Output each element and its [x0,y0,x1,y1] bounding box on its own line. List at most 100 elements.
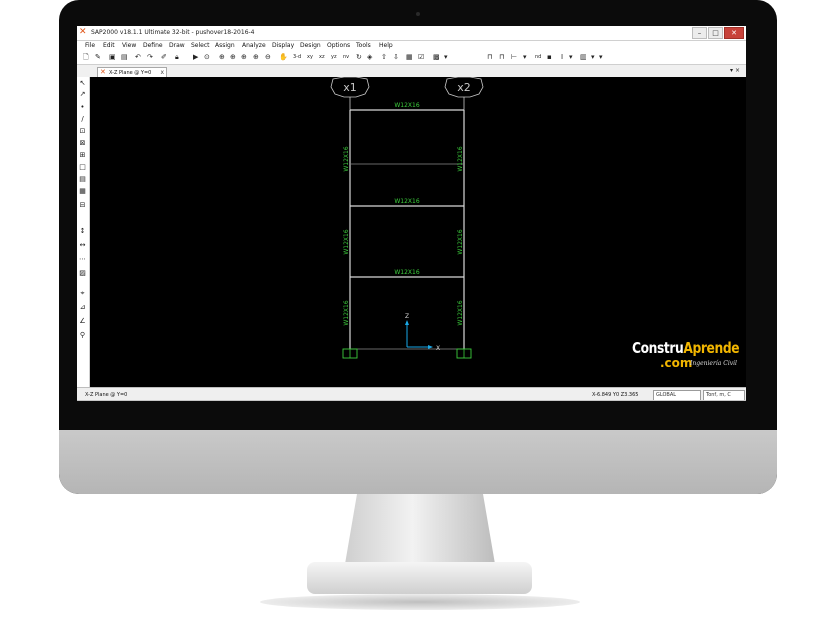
move-up-icon[interactable]: ⇧ [381,52,387,62]
zoom-all-icon[interactable]: ⊕ [241,52,247,62]
menu-select[interactable]: Select [191,42,210,50]
menu-edit[interactable]: Edit [103,42,115,50]
view-xy-button[interactable]: xy [307,52,313,62]
dropdown-arrow-icon[interactable]: ▪ [547,52,552,62]
clear-selection-icon[interactable]: ⋯ [78,255,87,264]
frame-release-icon[interactable]: ⊓ [499,52,504,62]
print-icon[interactable]: ▤ [121,52,128,62]
run-icon[interactable]: ▶ [193,52,198,62]
dropdown-arrow-icon[interactable]: ▾ [444,52,448,62]
draw-section-icon[interactable]: ▦ [78,187,87,196]
tab-label: X-Z Plane @ Y=0 [109,70,152,76]
rotate-icon[interactable]: ↻ [356,52,362,62]
close-button[interactable]: ✕ [724,27,744,39]
tab-close-button[interactable]: x [160,68,164,77]
view-yz-button[interactable]: yz [331,52,337,62]
menu-help[interactable]: Help [379,42,393,50]
construaprende-logo: ConstruAprende .com Ingeniería Civil [632,340,742,380]
open-icon[interactable]: ✎ [95,52,101,62]
stand-shadow [260,594,580,610]
dropdown-arrow-icon[interactable]: ▾ [591,52,595,62]
snap-intersection-icon[interactable]: ∠ [78,317,87,326]
column-section-label: W12X16 [343,229,350,254]
grid-label-x1: x1 [343,81,357,94]
view-xz-button[interactable]: xz [319,52,325,62]
logo-domain: .com [660,356,693,370]
quick-draw-frame-icon[interactable]: ⊡ [78,127,87,136]
view-nv-button[interactable]: nv [343,52,349,62]
draw-frame-icon[interactable]: / [78,115,87,124]
more-icon[interactable]: ▾ [599,52,603,62]
zoom-out-icon[interactable]: ⊖ [265,52,271,62]
monitor-chin [59,430,777,494]
draw-rect-area-icon[interactable]: □ [78,163,87,172]
beam-section-label: W12X16 [394,102,419,109]
select-all-icon[interactable]: ↕ [78,227,87,236]
select-previous-icon[interactable]: ↔ [78,241,87,250]
draw-brace-icon[interactable]: ⊠ [78,139,87,148]
tab-window-controls[interactable]: ▾ × [730,66,740,76]
lock-icon[interactable]: 🔒︎ [175,52,179,62]
undo-icon[interactable]: ↶ [135,52,141,62]
tab-bar: ✕ X-Z Plane @ Y=0 x ▾ × [77,65,746,78]
draw-joint-icon[interactable]: • [78,103,87,112]
zoom-window-icon[interactable]: ⊕ [219,52,225,62]
column-section-label: W12X16 [457,229,464,254]
axis-z-arrowhead [405,320,409,325]
menu-tools[interactable]: Tools [356,42,371,50]
new-icon[interactable]: 🗋 [83,52,89,62]
draw-area-icon[interactable]: ⊞ [78,151,87,160]
app-logo-icon: ✕ [79,27,87,37]
save-icon[interactable]: ▣ [109,52,116,62]
beam-section-label: W12X16 [394,269,419,276]
column-section-label: W12X16 [343,300,350,325]
grid-icon[interactable]: ▩ [433,52,440,62]
dropdown-arrow-icon[interactable]: ▾ [523,52,527,62]
left-toolbar: ↖ ↗ • / ⊡ ⊠ ⊞ □ ▤ ▦ ⊟ ↕ ↔ ⋯ ▨ ⌖ ⊿ ∠ ⚲ [77,77,90,387]
check-icon[interactable]: ☑ [418,52,424,62]
draw-link-icon[interactable]: ⊟ [78,201,87,210]
column-section-label: W12X16 [343,146,350,171]
menu-define[interactable]: Define [143,42,163,50]
set-display-icon[interactable]: ▦ [406,52,413,62]
snap-joint-icon[interactable]: ⌖ [78,289,87,298]
dropdown-arrow-icon[interactable]: ▾ [569,52,573,62]
redo-icon[interactable]: ↷ [147,52,153,62]
zoom-restore-icon[interactable]: ⊕ [230,52,236,62]
window-controls: – □ ✕ [691,27,744,39]
menu-display[interactable]: Display [272,42,294,50]
frame-icon[interactable]: ⊓ [487,52,492,62]
draw-solid-icon[interactable]: ▤ [78,175,87,184]
view-3d-button[interactable]: 3-d [293,52,301,62]
frame-link-icon[interactable]: ⊢ [511,52,517,62]
maximize-button[interactable]: □ [708,27,723,39]
pan-icon[interactable]: ✋ [279,52,288,62]
area-icon[interactable]: ▥ [580,52,587,62]
perspective-icon[interactable]: ◈ [367,52,372,62]
menu-analyze[interactable]: Analyze [242,42,266,50]
intersecting-line-icon[interactable]: ▨ [78,269,87,278]
monitor-stand-neck [345,494,495,564]
pointer-icon[interactable]: ↖ [78,79,87,88]
beam-section-label: W12X16 [394,198,419,205]
snap-line-icon[interactable]: ⊿ [78,303,87,312]
app-logo-icon: ✕ [100,68,106,76]
reshape-icon[interactable]: ↗ [78,90,87,99]
menu-assign[interactable]: Assign [215,42,235,50]
zoom-in-icon[interactable]: ⊕ [253,52,259,62]
status-bar: X-Z Plane @ Y=0 X-6.849 Y0 Z3.365 GLOBAL… [77,387,746,401]
edit-icon[interactable]: ✐ [161,52,167,62]
window-title: SAP2000 v18.1.1 Ultimate 32-bit - pushov… [91,29,255,36]
menu-file[interactable]: File [85,42,95,50]
status-plane: X-Z Plane @ Y=0 [85,392,128,398]
run-options-icon[interactable]: ⊙ [204,52,210,62]
snap-perpendicular-icon[interactable]: ⚲ [78,331,87,340]
menu-design[interactable]: Design [300,42,321,50]
move-down-icon[interactable]: ⇩ [393,52,399,62]
menu-options[interactable]: Options [327,42,350,50]
menu-draw[interactable]: Draw [169,42,185,50]
view-nd-button[interactable]: nd [535,52,541,62]
section-icon[interactable]: I [561,52,563,62]
menu-view[interactable]: View [122,42,136,50]
minimize-button[interactable]: – [692,27,707,39]
